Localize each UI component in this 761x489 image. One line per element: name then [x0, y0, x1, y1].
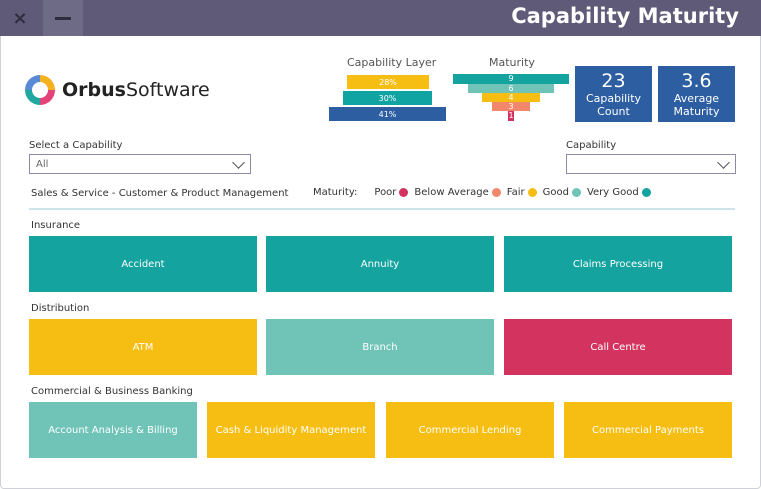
maturity-legend: Maturity: Poor Below Average Fair Good V… [313, 187, 651, 198]
capability-tile[interactable]: Commercial Lending [386, 402, 554, 458]
kpi-value: 23 [601, 70, 626, 92]
capability-layer-bar-label: 41% [378, 109, 397, 119]
capability-tile-label: Call Centre [590, 341, 646, 353]
maturity-funnel-bar-label: 4 [508, 92, 514, 102]
capability-tile-label: Claims Processing [572, 258, 664, 270]
legend-title: Maturity: [313, 187, 358, 198]
orbus-logo: OrbusSoftware [25, 74, 210, 106]
capability-tile-label: Annuity [360, 258, 400, 270]
capability-tile[interactable]: Accident [29, 236, 257, 292]
legend-item-label: Very Good [586, 187, 639, 198]
capability-dropdown[interactable] [566, 154, 736, 174]
select-capability-value: All [36, 158, 49, 170]
kpi-average-maturity: 3.6 Average Maturity [658, 66, 735, 122]
logo-text-regular: Software [125, 79, 210, 101]
maturity-funnel-bar[interactable]: 4 [482, 93, 540, 102]
group-label-commercial-banking: Commercial & Business Banking [31, 386, 193, 397]
legend-dot-icon [571, 188, 581, 197]
select-capability-label: Select a Capability [29, 140, 123, 151]
legend-dot-icon [491, 188, 501, 197]
capability-layer-title: Capability Layer [347, 56, 437, 69]
legend-dot-icon [399, 188, 409, 197]
legend-dot-icon [527, 188, 537, 197]
chevron-down-icon [717, 156, 730, 169]
kpi-label: Average [673, 92, 720, 105]
maturity-funnel-bar[interactable]: 3 [492, 102, 530, 111]
group-label-insurance: Insurance [31, 220, 81, 231]
select-capability-dropdown[interactable]: All [29, 154, 251, 174]
maturity-funnel-bar-label: 9 [508, 74, 514, 83]
maturity-funnel-bar-label: 6 [508, 83, 514, 93]
capability-tile[interactable]: Claims Processing [504, 236, 732, 292]
capability-tile-label: Accident [121, 258, 165, 270]
legend-item-label: Fair [506, 187, 525, 198]
capability-tile-label: Account Analysis & Billing [48, 424, 178, 436]
capability-tile-label: Cash & Liquidity Management [215, 424, 367, 436]
legend-item: Poor [374, 187, 409, 198]
logo-ring-icon [25, 75, 55, 105]
legend-item: Very Good [587, 187, 651, 198]
section-divider [29, 208, 735, 210]
minimize-button[interactable] [43, 0, 83, 36]
maturity-funnel-title: Maturity [489, 56, 535, 69]
capability-filter-label: Capability [566, 140, 617, 151]
capability-layer-bar-label: 30% [378, 93, 397, 103]
capability-tile-label: ATM [132, 341, 154, 353]
logo-text-bold: Orbus [62, 79, 126, 101]
legend-item-label: Good [542, 187, 569, 198]
capability-tile[interactable]: ATM [29, 319, 257, 375]
close-icon: × [12, 7, 28, 29]
capability-tile[interactable]: Commercial Payments [564, 402, 732, 458]
legend-item: Below Average [414, 187, 501, 198]
legend-item: Good [543, 187, 581, 198]
maturity-funnel-bar-label: 3 [508, 101, 514, 111]
maturity-funnel-bar[interactable]: 9 [453, 74, 569, 84]
page-title: Capability Maturity [511, 4, 739, 28]
capability-tile-label: Commercial Payments [592, 424, 704, 436]
capability-tile[interactable]: Branch [266, 319, 494, 375]
capability-layer-bar[interactable]: 30% [343, 91, 432, 105]
capability-tile-label: Branch [362, 341, 398, 353]
legend-item-label: Below Average [414, 187, 489, 198]
minimize-icon [55, 16, 71, 20]
chevron-down-icon [232, 156, 245, 169]
maturity-funnel-bar-label: 1 [508, 111, 514, 120]
capability-layer-bar[interactable]: 28% [347, 75, 429, 89]
maturity-funnel-bar[interactable]: 6 [468, 84, 554, 93]
kpi-capability-count: 23 Capability Count [575, 66, 652, 122]
group-label-distribution: Distribution [31, 303, 90, 314]
legend-item: Fair [507, 187, 537, 198]
capability-tile[interactable]: Account Analysis & Billing [29, 402, 197, 458]
kpi-label: Count [597, 105, 630, 118]
capability-layer-bar[interactable]: 41% [329, 107, 446, 121]
legend-item-label: Poor [374, 187, 397, 198]
kpi-label: Maturity [673, 105, 720, 118]
legend-dot-icon [641, 188, 651, 197]
capability-layer-bar-label: 28% [379, 77, 397, 87]
capability-tile[interactable]: Annuity [266, 236, 494, 292]
capability-tile[interactable]: Call Centre [504, 319, 732, 375]
kpi-label: Capability [585, 92, 642, 105]
context-label: Sales & Service - Customer & Product Man… [31, 188, 289, 199]
close-button[interactable]: × [0, 0, 40, 36]
capability-tile-label: Commercial Lending [418, 424, 522, 436]
capability-tile[interactable]: Cash & Liquidity Management [207, 402, 375, 458]
kpi-value: 3.6 [681, 70, 712, 92]
maturity-funnel-bar[interactable]: 1 [508, 111, 514, 121]
